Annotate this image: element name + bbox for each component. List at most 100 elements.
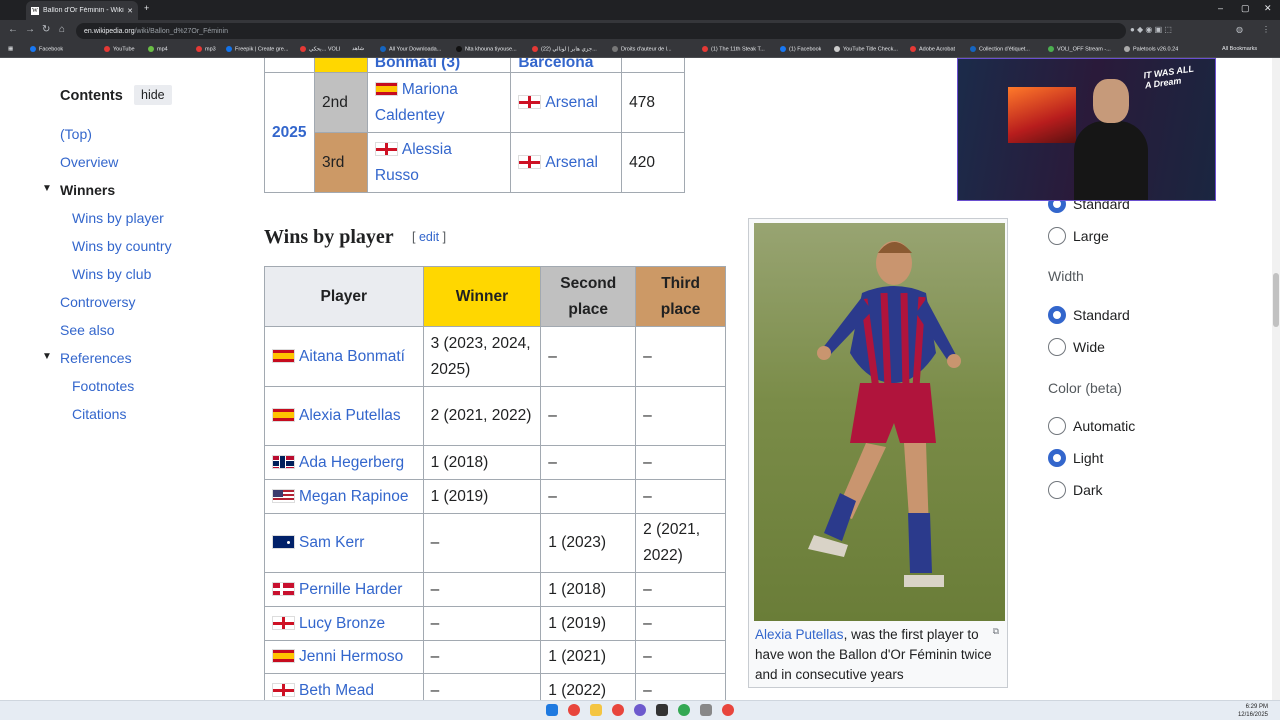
text-size-large-option[interactable]: Large (1048, 227, 1109, 245)
player-link[interactable]: Caldentey (375, 107, 445, 124)
page-scrollbar[interactable] (1272, 58, 1280, 700)
player-link[interactable]: Mariona (402, 81, 458, 98)
toc-item-wins-by-player[interactable]: Wins by player (72, 210, 164, 226)
toc-item-footnotes[interactable]: Footnotes (72, 378, 134, 394)
toc-item-see-also[interactable]: See also (60, 322, 114, 338)
toc-item-references[interactable]: References (60, 350, 132, 366)
terminal-icon[interactable] (656, 704, 668, 716)
chrome-icon[interactable] (568, 704, 580, 716)
scrollbar-thumb[interactable] (1273, 273, 1279, 327)
apps-icon[interactable]: ▦ (8, 46, 13, 52)
start-icon[interactable] (546, 704, 558, 716)
third-cell: – (635, 445, 726, 480)
toc-item-wins-by-club[interactable]: Wins by club (72, 266, 151, 282)
collapse-chevron-icon[interactable]: ▼ (42, 183, 52, 194)
close-tab-icon[interactable]: ✕ (127, 7, 133, 15)
bookmark-item[interactable]: Adobe Acrobat (910, 46, 955, 52)
collapse-chevron-icon[interactable]: ▼ (42, 351, 52, 362)
toc-item-winners[interactable]: Winners (60, 182, 115, 198)
bookmark-item[interactable]: Collection d'étiquet... (970, 46, 1030, 52)
close-window-icon[interactable]: ✕ (1264, 3, 1272, 14)
caption-player-link[interactable]: Alexia Putellas (755, 627, 844, 642)
toc-item-wins-by-country[interactable]: Wins by country (72, 238, 172, 254)
file-explorer-icon[interactable] (590, 704, 602, 716)
system-clock[interactable]: 6:29 PM 12/16/2025 (1238, 703, 1268, 719)
toc-item-citations[interactable]: Citations (72, 406, 126, 422)
bookmark-item[interactable]: شاهد (352, 46, 364, 52)
toc-hide-button[interactable]: hide (134, 85, 172, 105)
bookmark-item[interactable]: mp4 (148, 46, 168, 52)
bookmark-item[interactable]: YouTube Title Check... (834, 46, 898, 52)
player-link[interactable]: Sam Kerr (299, 534, 364, 551)
color-automatic-option[interactable]: Automatic (1048, 417, 1135, 435)
bookmark-item[interactable]: Paletools v26.0.24 (1124, 46, 1178, 52)
taskbar: 6:29 PM 12/16/2025 (0, 700, 1280, 720)
bookmark-item[interactable]: (22) جزي هابر | لونالي... (532, 46, 597, 52)
bookmark-item[interactable]: Facebook (30, 46, 63, 52)
player-link[interactable]: Beth Mead (299, 682, 374, 699)
bookmark-item[interactable]: (1) The 11th Steak T... (702, 46, 765, 52)
bookmark-item[interactable]: (1) Facebook (780, 46, 821, 52)
player-link[interactable]: Ada Hegerberg (299, 454, 404, 471)
radio-icon[interactable] (1048, 481, 1066, 499)
media-icon[interactable] (722, 704, 734, 716)
reload-icon[interactable]: ↻ (42, 24, 50, 35)
column-header[interactable]: Second place (540, 266, 637, 327)
browser-icon[interactable] (612, 704, 624, 716)
club-link[interactable]: Arsenal (545, 154, 598, 171)
width-standard-option[interactable]: Standard (1048, 306, 1130, 324)
home-icon[interactable]: ⌂ (59, 24, 65, 35)
back-icon[interactable]: ← (8, 24, 18, 35)
enlarge-icon[interactable]: ⧉ (993, 626, 999, 637)
minimize-icon[interactable]: – (1218, 3, 1223, 13)
profile-icon[interactable]: ◍ (1236, 25, 1243, 34)
player-link[interactable]: Alessia (402, 141, 452, 158)
bookmark-item[interactable]: All Your Downloada... (380, 46, 441, 52)
maximize-icon[interactable]: ▢ (1241, 3, 1250, 14)
edit-link[interactable]: edit (419, 230, 439, 244)
extension-icons[interactable]: ● ◆ ◉ ▣ ⬚ (1130, 25, 1172, 34)
chat-icon[interactable] (634, 704, 646, 716)
player-link[interactable]: Russo (375, 167, 419, 184)
new-tab-icon[interactable]: + (144, 3, 149, 13)
menu-icon[interactable]: ⋮ (1262, 25, 1270, 34)
bookmark-item[interactable]: بحكي... VOLI (300, 46, 340, 52)
radio-icon[interactable] (1048, 338, 1066, 356)
club-link[interactable]: Arsenal (545, 94, 598, 111)
browser-tab[interactable]: W Ballon d'Or Féminin - Wikipedia ✕ (26, 1, 138, 20)
bookmark-item[interactable]: VOLI_OFF Stream -... (1048, 46, 1111, 52)
color-dark-option[interactable]: Dark (1048, 481, 1103, 499)
bookmark-item[interactable]: mp3 (196, 46, 216, 52)
player-photo[interactable] (754, 223, 1005, 621)
url-bar[interactable]: en.wikipedia.org/wiki/Ballon_d%27Or_Fémi… (76, 23, 1126, 39)
width-wide-option[interactable]: Wide (1048, 338, 1105, 356)
notes-icon[interactable] (700, 704, 712, 716)
player-link[interactable]: Megan Rapinoe (299, 488, 408, 505)
player-link[interactable]: Pernille Harder (299, 581, 402, 598)
player-link[interactable]: Lucy Bronze (299, 615, 385, 632)
player-link[interactable]: Alexia Putellas (299, 407, 401, 424)
player-link[interactable]: Jenni Hermoso (299, 648, 403, 665)
toc-item-overview[interactable]: Overview (60, 154, 118, 170)
player-link[interactable]: Aitana Bonmatí (299, 348, 405, 365)
column-header[interactable]: Third place (635, 266, 726, 327)
radio-selected-icon[interactable] (1048, 306, 1066, 324)
player-link[interactable]: Bonmatí (3) (375, 58, 460, 71)
app-icon[interactable] (678, 704, 690, 716)
radio-selected-icon[interactable] (1048, 449, 1066, 467)
radio-icon[interactable] (1048, 417, 1066, 435)
column-header[interactable]: Player (264, 266, 424, 327)
all-bookmarks[interactable]: All Bookmarks (1222, 46, 1257, 52)
bookmark-item[interactable]: Nta khouna tiyouse... (456, 46, 517, 52)
color-light-option[interactable]: Light (1048, 449, 1103, 467)
toc-item-top[interactable]: (Top) (60, 126, 92, 142)
column-header[interactable]: Winner (422, 266, 542, 327)
bookmark-item[interactable]: Droits d'auteur de l... (612, 46, 672, 52)
bookmark-item[interactable]: Freepik | Create gre... (226, 46, 288, 52)
club-link[interactable]: Barcelona (518, 58, 593, 71)
bookmark-item[interactable]: YouTube (104, 46, 135, 52)
forward-icon[interactable]: → (25, 24, 35, 35)
radio-icon[interactable] (1048, 227, 1066, 245)
year-link[interactable]: 2025 (272, 124, 306, 141)
toc-item-controversy[interactable]: Controversy (60, 294, 135, 310)
